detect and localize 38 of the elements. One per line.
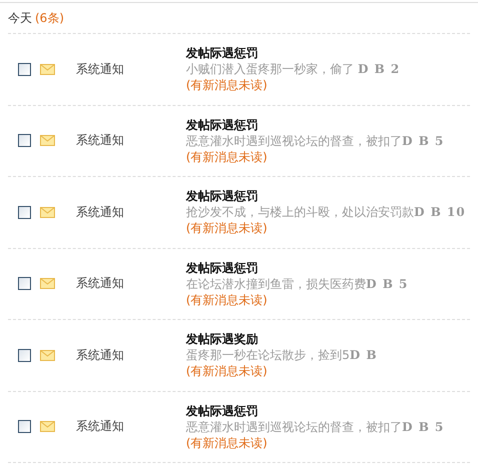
- group-label: 今天: [8, 10, 32, 26]
- unread-status: (有新消息未读): [186, 220, 268, 236]
- message-body: 蛋疼那一秒在论坛散步，捡到5D B: [186, 347, 378, 364]
- unread-status: (有新消息未读): [186, 363, 268, 380]
- message-checkbox[interactable]: [18, 134, 31, 148]
- message-sender: 系统通知: [76, 275, 125, 292]
- message-count: (6条): [35, 10, 64, 26]
- envelope-icon: [40, 206, 55, 218]
- message-checkbox[interactable]: [18, 420, 31, 434]
- message-checkbox[interactable]: [18, 277, 31, 290]
- message-checkbox[interactable]: [18, 206, 31, 219]
- message-title[interactable]: 发帖际遇惩罚: [186, 116, 444, 133]
- message-title[interactable]: 发帖际遇惩罚: [186, 188, 466, 204]
- unread-status: (有新消息未读): [186, 77, 268, 94]
- unread-status: (有新消息未读): [186, 434, 268, 451]
- message-title[interactable]: 发帖际遇惩罚: [186, 402, 444, 419]
- message-body: 恶意灌水时遇到巡视论坛的督查，被扣了D B 5: [186, 418, 444, 435]
- envelope-icon: [40, 350, 55, 361]
- envelope-icon: [40, 421, 55, 432]
- unread-status: (有新消息未读): [186, 148, 268, 165]
- envelope-icon: [40, 135, 55, 146]
- message-sender: 系统通知: [76, 132, 125, 150]
- envelope-icon: [40, 64, 55, 75]
- message-sender: 系统通知: [76, 346, 125, 364]
- message-sender: 系统通知: [76, 418, 125, 436]
- message-title[interactable]: 发帖际遇惩罚: [186, 45, 400, 62]
- envelope-icon: [40, 278, 55, 290]
- message-body: 在论坛潜水撞到鱼雷，损失医药费D B 5: [186, 276, 408, 292]
- unread-status: (有新消息未读): [186, 292, 268, 308]
- message-checkbox[interactable]: [18, 348, 31, 362]
- message-body: 小贼们潜入蛋疼那一秒家，偷了 D B 2: [186, 61, 400, 78]
- message-checkbox[interactable]: [18, 62, 31, 76]
- message-title[interactable]: 发帖际遇惩罚: [186, 260, 408, 276]
- message-title[interactable]: 发帖际遇奖励: [186, 331, 378, 348]
- message-sender: 系统通知: [76, 60, 125, 78]
- message-body: 恶意灌水时遇到巡视论坛的督查，被扣了D B 5: [186, 132, 444, 149]
- message-sender: 系统通知: [76, 204, 125, 221]
- message-body: 抢沙发不成，与楼上的斗殴，处以治安罚款D B 10: [186, 204, 466, 220]
